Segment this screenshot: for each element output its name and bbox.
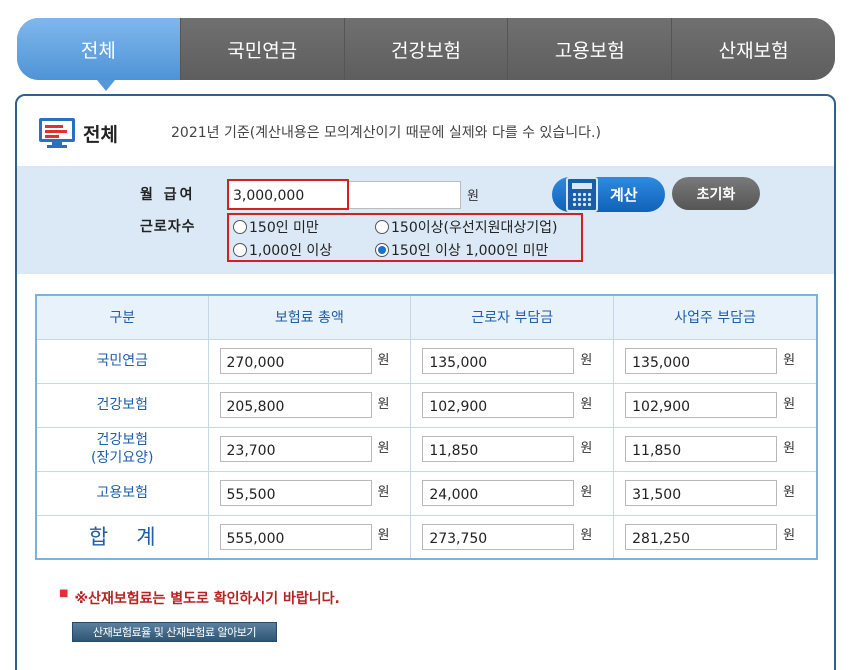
total-premium-field[interactable]: 23,700	[219, 436, 372, 462]
employee-share-field[interactable]: 11,850	[422, 436, 575, 462]
tab-industrial-accident-insurance[interactable]: 산재보험	[671, 18, 835, 80]
tab-employment-insurance[interactable]: 고용보험	[507, 18, 672, 80]
total-premium-field[interactable]: 55,500	[219, 480, 372, 506]
radio-1000-or-more[interactable]: 1,000인 이상	[233, 240, 332, 260]
calculator-panel: 전체 2021년 기준(계산내용은 모의계산이기 때문에 실제와 다를 수 있습…	[15, 94, 836, 670]
premium-table: 구분 보험료 총액 근로자 부담금 사업주 부담금 국민연금 270,000 원 …	[35, 294, 818, 560]
employee-share-field[interactable]: 24,000	[422, 480, 575, 506]
input-section: 월 급여 근로자수 원 150인 미만 150이상(우선지원대상기업) 1,00…	[17, 166, 834, 274]
table-row-total: 합계 555,000 원 273,750 원 281,250 원	[35, 514, 818, 560]
row-label-total: 합계	[35, 514, 209, 560]
radio-under-150[interactable]: 150인 미만	[233, 217, 319, 237]
table-row: 건강보험 (장기요양) 23,700 원 11,850 원 11,850 원	[35, 426, 818, 472]
tab-health-insurance[interactable]: 건강보험	[343, 18, 508, 80]
employer-share-field[interactable]: 11,850	[625, 436, 778, 462]
employee-share-field[interactable]: 102,900	[422, 392, 575, 418]
radio-button-icon[interactable]	[233, 220, 247, 234]
radio-150-to-1000[interactable]: 150인 이상 1,000인 미만	[375, 240, 548, 260]
employee-share-field[interactable]: 273,750	[422, 523, 575, 550]
monitor-icon	[39, 118, 75, 148]
table-header-row: 구분 보험료 총액 근로자 부담금 사업주 부담금	[35, 294, 818, 340]
bullet-icon: ■	[59, 588, 69, 599]
tab-national-pension[interactable]: 국민연금	[179, 18, 344, 80]
table-row: 국민연금 270,000 원 135,000 원 135,000 원	[35, 338, 818, 384]
column-header: 구분	[35, 294, 209, 340]
workers-radio-group: 150인 미만 150이상(우선지원대상기업) 1,000인 이상 150인 이…	[227, 213, 583, 262]
calculator-icon	[566, 177, 598, 212]
employer-share-field[interactable]: 31,500	[625, 480, 778, 506]
table-row: 건강보험 205,800 원 102,900 원 102,900 원	[35, 382, 818, 428]
radio-button-icon[interactable]	[233, 243, 247, 257]
radio-150-priority-company[interactable]: 150이상(우선지원대상기업)	[375, 217, 557, 237]
wage-field-extension[interactable]	[349, 181, 461, 209]
row-label: 고용보험	[35, 470, 209, 516]
employee-share-field[interactable]: 135,000	[422, 348, 575, 374]
wage-field-highlight	[227, 179, 349, 210]
row-label: 건강보험	[35, 382, 209, 428]
calculation-notice: 2021년 기준(계산내용은 모의계산이기 때문에 실제와 다를 수 있습니다.…	[171, 125, 601, 141]
wage-unit: 원	[467, 189, 479, 204]
row-label: 국민연금	[35, 338, 209, 384]
radio-button-selected-icon[interactable]	[375, 243, 389, 257]
employer-share-field[interactable]: 102,900	[625, 392, 778, 418]
insurance-tabs: 전체 국민연금 건강보험 고용보험 산재보험	[17, 18, 835, 91]
employer-share-field[interactable]: 135,000	[625, 348, 778, 374]
column-header: 근로자 부담금	[410, 294, 615, 340]
workers-label: 근로자수	[140, 219, 196, 235]
total-premium-field[interactable]: 205,800	[219, 392, 372, 418]
table-row: 고용보험 55,500 원 24,000 원 31,500 원	[35, 470, 818, 516]
column-header: 보험료 총액	[207, 294, 412, 340]
column-header: 사업주 부담금	[613, 294, 818, 340]
wage-label: 월 급여	[140, 187, 196, 203]
tab-all[interactable]: 전체	[17, 18, 180, 91]
calculate-button[interactable]: 계산	[552, 177, 665, 212]
panel-header: 전체	[39, 118, 118, 148]
industrial-insurance-notice: ■ ※산재보험료는 별도로 확인하시기 바랍니다.	[59, 588, 340, 607]
radio-button-icon[interactable]	[375, 220, 389, 234]
employer-share-field[interactable]: 281,250	[625, 523, 778, 550]
row-label: 건강보험 (장기요양)	[35, 426, 209, 472]
page-title: 전체	[83, 123, 118, 146]
total-premium-field[interactable]: 555,000	[219, 523, 372, 550]
industrial-insurance-rate-button[interactable]: 산재보험료율 및 산재보험료 알아보기	[72, 622, 277, 642]
total-premium-field[interactable]: 270,000	[219, 348, 372, 374]
reset-button[interactable]: 초기화	[672, 177, 760, 210]
wage-input[interactable]	[233, 185, 343, 206]
